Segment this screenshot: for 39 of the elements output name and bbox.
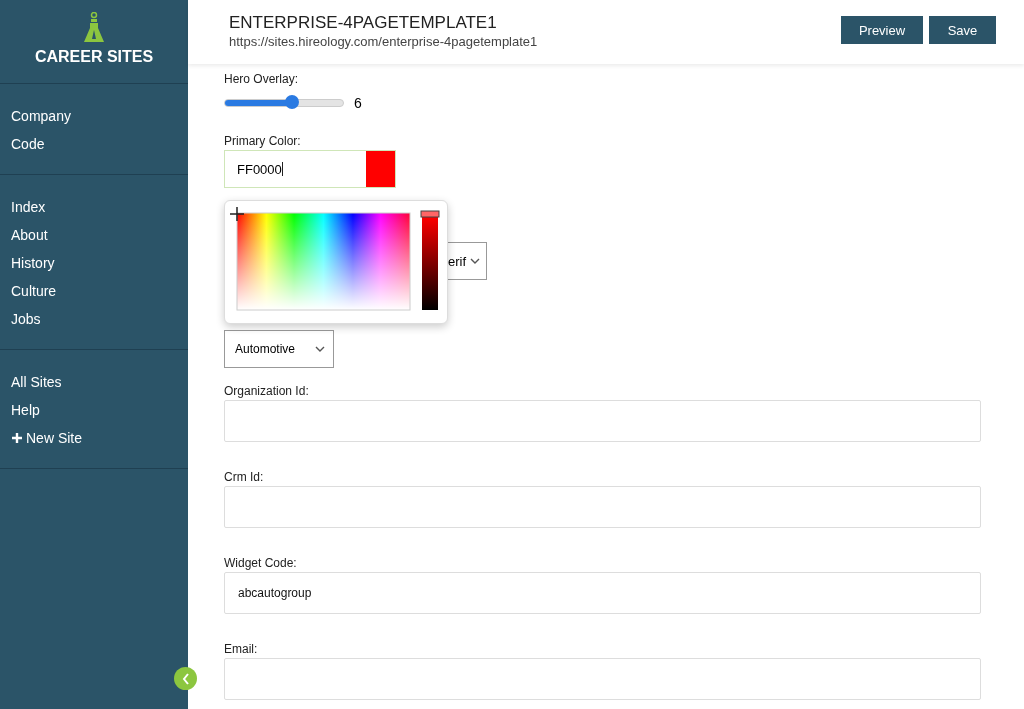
nav-item[interactable]: New Site (0, 424, 188, 452)
field-label: Email: (224, 642, 259, 658)
input-field[interactable]: abcautogroup (224, 572, 981, 614)
plus-icon (11, 432, 23, 444)
site-title: ENTERPRISE-4PAGETEMPLATE1 (229, 13, 498, 33)
field-label: Primary Color: (224, 134, 302, 150)
chevron-left-icon (181, 672, 190, 685)
nav-item[interactable]: Index (0, 193, 188, 221)
field-label: Crm Id: (224, 470, 265, 486)
color-field[interactable]: FF0000 (224, 150, 396, 188)
slider-thumb[interactable] (285, 95, 300, 109)
nav-item[interactable]: Company (0, 102, 188, 130)
crosshair-cursor-icon (229, 206, 245, 222)
chevron-down-icon (470, 258, 480, 264)
collapse-button[interactable] (174, 667, 197, 690)
field-label: Widget Code: (224, 556, 298, 572)
site-url: https://sites.hireology.com/enterprise-4pagetemplate1 (229, 34, 539, 49)
input-field[interactable] (224, 658, 981, 700)
save-button[interactable]: Save (929, 16, 996, 44)
nav-item[interactable]: All Sites (0, 368, 188, 396)
field-label: Organization Id: (224, 384, 310, 400)
dropdown[interactable]: Automotive (224, 330, 334, 368)
nav-item[interactable]: Culture (0, 277, 188, 305)
nav-item[interactable]: About (0, 221, 188, 249)
nav-item[interactable]: Help (0, 396, 188, 424)
input-field[interactable] (224, 400, 981, 442)
nav-item[interactable]: Jobs (0, 305, 188, 333)
input-field[interactable] (224, 486, 981, 528)
chevron-down-icon (315, 346, 325, 352)
slider-value: 6 (354, 95, 362, 111)
brightness-bar[interactable] (422, 216, 438, 310)
nav-item[interactable]: Code (0, 130, 188, 158)
brightness-handle[interactable] (420, 210, 440, 218)
nav-item[interactable]: History (0, 249, 188, 277)
field-label: Hero Overlay: (224, 72, 300, 88)
color-spectrum[interactable] (236, 212, 411, 311)
brand-name: CAREER SITES (34, 48, 154, 66)
flask-icon (83, 12, 105, 44)
preview-button[interactable]: Preview (841, 16, 923, 44)
